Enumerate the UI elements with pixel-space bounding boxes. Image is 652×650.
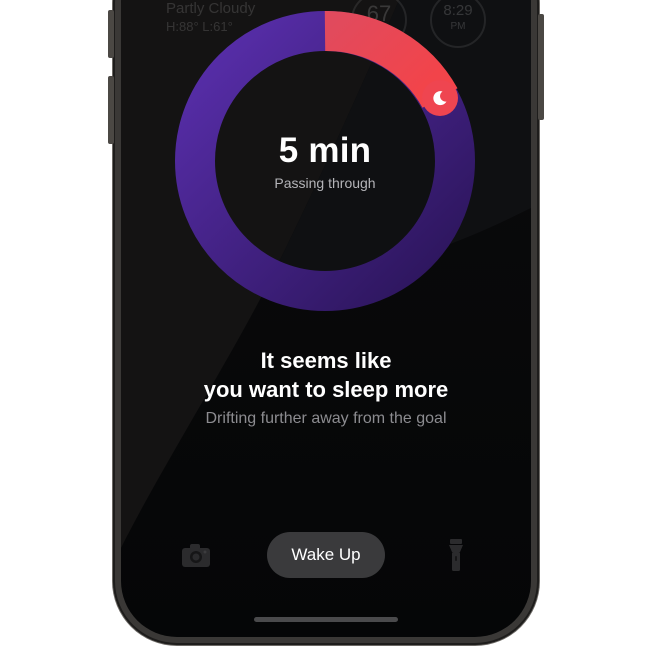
sleep-ring: 5 min Passing through [175, 11, 475, 311]
flashlight-icon [449, 539, 463, 571]
silent-switch [108, 10, 114, 58]
ring-knob[interactable] [422, 80, 458, 116]
headline-line-1: It seems like [260, 348, 392, 373]
headline-line-2: you want to sleep more [203, 377, 449, 402]
headline: It seems like you want to sleep more [150, 346, 502, 404]
wake-up-button[interactable]: Wake Up [267, 532, 385, 578]
camera-button[interactable] [180, 540, 212, 570]
camera-icon [182, 544, 210, 567]
duration-caption: Passing through [274, 175, 376, 191]
subline: Drifting further away from the goal [205, 410, 447, 427]
duration-value: 5 min [278, 131, 372, 170]
power-button [538, 14, 544, 120]
volume-button [108, 76, 114, 144]
moon-icon [433, 91, 447, 106]
home-indicator[interactable] [254, 617, 398, 622]
flashlight-button[interactable] [444, 538, 468, 572]
ring-progress-arc [324, 11, 458, 109]
